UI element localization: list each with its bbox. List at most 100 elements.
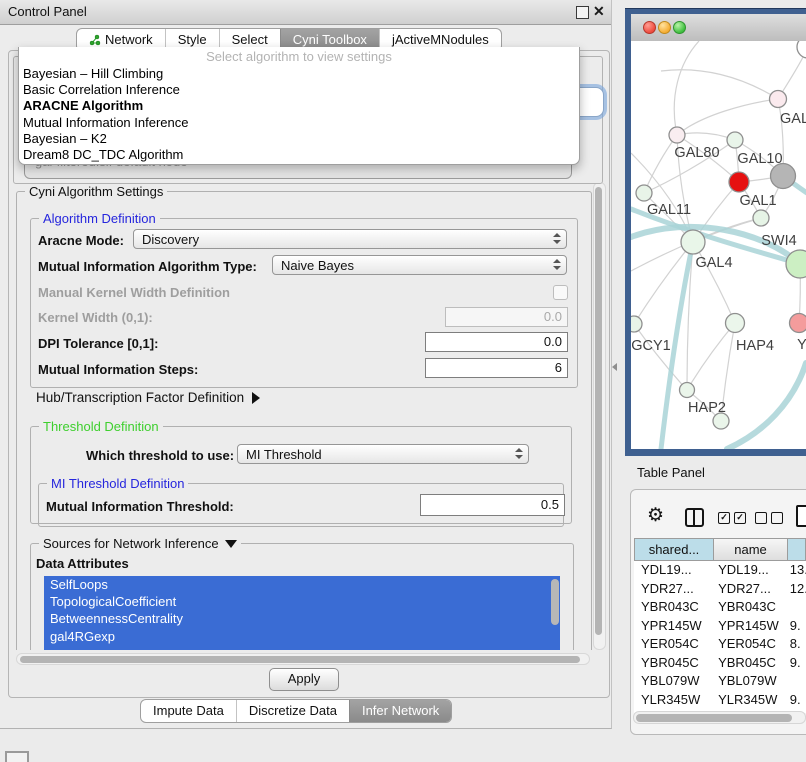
node-label: HAP4 — [736, 338, 774, 354]
node-label: GAL11 — [647, 202, 691, 218]
combo-arrows-icon — [553, 259, 560, 270]
table-cell: YBL079W — [634, 672, 713, 691]
attribute-item[interactable]: BetweennessCentrality — [44, 610, 560, 627]
attribute-item[interactable]: SelfLoops — [44, 576, 560, 593]
algorithm-option[interactable]: Mutual Information Inference — [19, 115, 579, 131]
mi-threshold-field[interactable]: 0.5 — [420, 494, 565, 516]
tab-impute-data[interactable]: Impute Data — [141, 700, 236, 722]
network-graph: GALGAL80GAL10GAL1GAL11SWI4GAL4GCY1HAP4YH… — [631, 41, 806, 449]
table-row[interactable]: YLR345WYLR345W9. — [634, 691, 806, 710]
network-edge[interactable] — [634, 324, 687, 390]
algorithm-option[interactable]: Bayesian – K2 — [19, 131, 579, 147]
settings-horizontal-scrollbar[interactable] — [16, 653, 590, 665]
network-node[interactable] — [727, 132, 743, 148]
node-label: HAP2 — [688, 400, 726, 416]
hub-definition-expander[interactable]: Hub/Transcription Factor Definition — [36, 390, 260, 405]
algorithm-option[interactable]: Basic Correlation Inference — [19, 82, 579, 98]
table-horizontal-scrollbar[interactable] — [633, 711, 806, 724]
column-header-shared-name[interactable]: shared... — [634, 538, 714, 561]
columns-divider — [693, 510, 695, 525]
table-body[interactable]: YDL19...YDL19...13...YDR27...YDR27...12.… — [634, 561, 806, 713]
network-node[interactable] — [771, 164, 796, 189]
network-canvas[interactable]: GALGAL80GAL10GAL1GAL11SWI4GAL4GCY1HAP4YH… — [631, 41, 806, 449]
close-traffic-light-icon[interactable] — [643, 21, 656, 34]
network-edge[interactable] — [644, 135, 677, 193]
minimize-traffic-light-icon[interactable] — [658, 21, 671, 34]
table-cell: YLR345W — [634, 691, 713, 710]
aracne-mode-select[interactable]: Discovery — [133, 229, 567, 249]
network-node[interactable] — [631, 316, 642, 332]
tab-discretize-data[interactable]: Discretize Data — [236, 700, 349, 722]
node-label: SWI4 — [761, 233, 796, 249]
table-scrollbar-thumb[interactable] — [636, 714, 792, 722]
network-node[interactable] — [680, 383, 695, 398]
network-node[interactable] — [790, 314, 806, 333]
network-node[interactable] — [770, 91, 787, 108]
which-threshold-select[interactable]: MI Threshold — [237, 444, 529, 464]
algorithm-definition-title: Algorithm Definition — [39, 211, 160, 226]
control-panel-titlebar[interactable]: Control Panel ✕ — [0, 0, 611, 25]
gear-icon[interactable]: ⚙ — [647, 504, 664, 527]
table-row[interactable]: YBR045CYBR045C9. — [634, 654, 806, 673]
splitter-collapse-icon[interactable] — [612, 363, 617, 371]
attribute-item[interactable]: gal4RGexp — [44, 628, 560, 645]
node-label: GAL1 — [739, 193, 776, 209]
columns-icon[interactable] — [685, 508, 704, 527]
mi-steps-field[interactable]: 6 — [425, 358, 568, 378]
network-edge[interactable] — [677, 99, 778, 135]
mi-algorithm-type-select[interactable]: Naive Bayes — [272, 255, 567, 275]
tab-infer-network[interactable]: Infer Network — [349, 700, 451, 722]
algorithm-option[interactable]: Dream8 DC_TDC Algorithm — [19, 147, 579, 163]
table-row[interactable]: YER054CYER054C8. — [634, 635, 806, 654]
data-attributes-list[interactable]: SelfLoopsTopologicalCoefficientBetweenne… — [44, 576, 560, 650]
network-node[interactable] — [669, 127, 685, 143]
network-edge[interactable] — [687, 323, 735, 390]
column-header-name[interactable]: name — [714, 538, 788, 561]
select-all-columns-icon[interactable]: ✓✓ — [718, 512, 746, 524]
page-icon[interactable] — [796, 505, 806, 527]
network-node[interactable] — [753, 210, 769, 226]
deselect-all-columns-icon[interactable] — [755, 512, 783, 524]
algorithm-option[interactable]: ARACNE Algorithm — [19, 98, 579, 114]
control-panel-window: Control Panel ✕ Network Style Select Cyn… — [0, 0, 612, 729]
tab-discretize-data-label: Discretize Data — [249, 700, 337, 722]
algorithm-option[interactable]: Bayesian – Hill Climbing — [19, 66, 579, 82]
vertical-scrollbar-thumb[interactable] — [595, 187, 602, 635]
table-row[interactable]: YDL19...YDL19...13... — [634, 561, 806, 580]
node-label: GAL4 — [695, 255, 732, 271]
settings-vertical-scrollbar[interactable] — [593, 182, 606, 650]
horizontal-scrollbar-thumb[interactable] — [20, 656, 580, 663]
table-row[interactable]: YBR043CYBR043C — [634, 598, 806, 617]
zoom-traffic-light-icon[interactable] — [673, 21, 686, 34]
network-window-titlebar[interactable] — [631, 14, 806, 42]
network-edge[interactable] — [677, 133, 735, 140]
close-icon[interactable]: ✕ — [593, 3, 605, 20]
float-panel-icon[interactable] — [576, 6, 589, 19]
network-edge[interactable] — [661, 70, 778, 99]
table-row[interactable]: YBL079WYBL079W — [634, 672, 806, 691]
dpi-tolerance-field[interactable]: 0.0 — [425, 332, 568, 352]
table-cell: YBL079W — [713, 672, 785, 691]
network-node[interactable] — [681, 230, 705, 254]
attribute-item[interactable]: TopologicalCoefficient — [44, 593, 560, 610]
expander-down-icon[interactable] — [225, 540, 237, 548]
settings-scroll-viewport[interactable]: Cyni Algorithm Settings Algorithm Defini… — [14, 182, 592, 650]
network-node[interactable] — [636, 185, 652, 201]
unchecked-box-icon — [771, 512, 783, 524]
table-row[interactable]: YPR145WYPR145W9. — [634, 617, 806, 636]
network-node[interactable] — [726, 314, 745, 333]
network-node[interactable] — [729, 172, 749, 192]
network-edge[interactable] — [674, 41, 699, 135]
dpi-tolerance-label: DPI Tolerance [0,1]: — [38, 336, 158, 351]
minimized-panel-icon[interactable] — [5, 751, 29, 762]
network-edge-highlighted[interactable] — [727, 363, 806, 449]
network-node[interactable] — [797, 41, 806, 58]
which-threshold-value: MI Threshold — [246, 447, 322, 462]
table-cell: YDL19... — [713, 561, 785, 580]
manual-kernel-width-checkbox[interactable] — [553, 285, 568, 300]
attributes-scrollbar-thumb[interactable] — [551, 579, 559, 625]
apply-button[interactable]: Apply — [269, 668, 339, 691]
kernel-width-field[interactable]: 0.0 — [445, 307, 568, 327]
column-header-partial[interactable] — [788, 538, 806, 561]
table-row[interactable]: YDR27...YDR27...12... — [634, 580, 806, 599]
